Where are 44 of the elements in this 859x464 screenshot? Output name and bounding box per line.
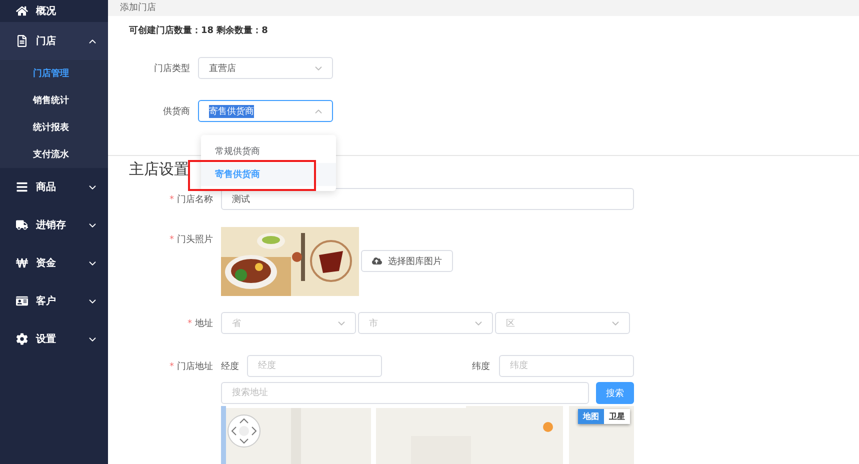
field-label: 门店名称 (177, 194, 213, 204)
required-mark: * (170, 362, 174, 372)
address-search-input[interactable]: 搜索地址 (221, 382, 589, 404)
quota-text: 可创建门店数量：18 剩余数量：8 (129, 26, 268, 36)
field-label: 门头照片 (177, 235, 213, 245)
field-label: 纬度 (472, 360, 491, 372)
breadcrumb: 添加门店 (108, 0, 859, 16)
required-mark: * (188, 318, 192, 328)
field-label: 门店地址 (177, 362, 213, 372)
menu-item-icon (16, 219, 28, 231)
required-mark: * (170, 194, 174, 204)
menu-item-icon (16, 181, 28, 193)
longitude-input[interactable]: 经度 (247, 355, 382, 377)
supplier-select[interactable]: 寄售供货商 (198, 100, 333, 122)
submenu-item[interactable]: 统计报表 (0, 114, 108, 141)
section-title: 主店设置 (129, 160, 189, 180)
field-label: 经度 (221, 360, 240, 372)
sidebar-item[interactable]: 设置 (0, 320, 108, 358)
sidebar-item[interactable]: 门店 (0, 22, 108, 60)
menu-item-icon (16, 257, 28, 269)
submenu-item[interactable]: 门店管理 (0, 60, 108, 87)
store-name-input[interactable]: 测试 (221, 188, 634, 210)
sidebar-item[interactable]: 商品 (0, 168, 108, 206)
submenu-item[interactable]: 支付流水 (0, 141, 108, 168)
store-type-select[interactable]: 直营店 (198, 57, 333, 80)
field-label: 门店类型 (154, 64, 190, 74)
choose-image-button[interactable]: 选择图库图片 (361, 250, 453, 272)
field-label: 地址 (195, 318, 213, 328)
sidebar-item[interactable]: 客户 (0, 282, 108, 320)
sidebar-item[interactable]: 概况 (0, 0, 108, 22)
field-label: 供货商 (163, 106, 190, 117)
menu-item-icon (16, 35, 28, 47)
sidebar-item[interactable]: 进销存 (0, 206, 108, 244)
sidebar-item[interactable]: 资金 (0, 244, 108, 282)
map-type-toggle[interactable]: 卫星 (604, 408, 630, 424)
required-mark: * (170, 235, 174, 245)
menu-item-icon (16, 333, 28, 345)
latitude-input[interactable]: 纬度 (499, 355, 634, 377)
upload-icon (372, 256, 382, 266)
menu-item-icon (16, 295, 28, 307)
map-pan-icon[interactable] (227, 414, 261, 448)
submenu-item[interactable]: 销售统计 (0, 87, 108, 114)
menu-item-icon (16, 5, 28, 17)
dropdown-option[interactable]: 常规供货商 (201, 140, 336, 163)
